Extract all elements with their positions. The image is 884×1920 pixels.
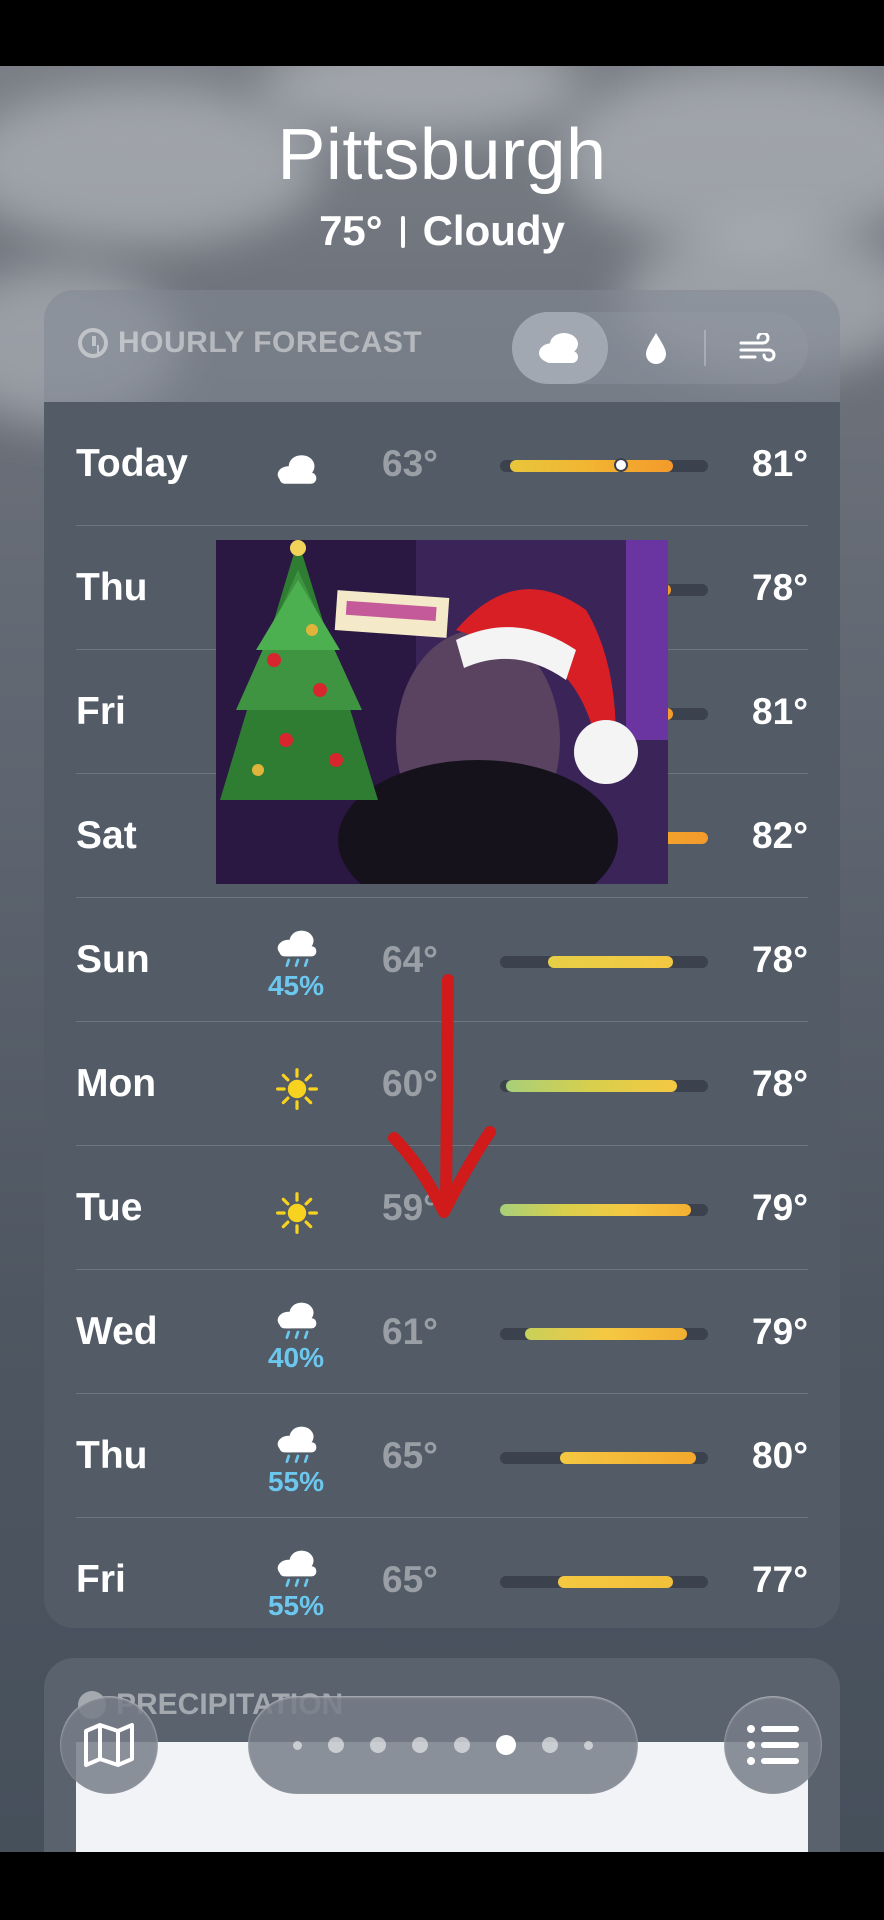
clock-icon [78,328,108,358]
page-indicator[interactable] [248,1696,638,1794]
current-temp-marker [613,458,628,472]
low-temp: 63° [382,443,438,484]
page-dot[interactable] [293,1740,302,1750]
precipitation-mode-button[interactable] [608,312,704,384]
hourly-forecast-label: HOURLY FORECAST [78,326,422,360]
condition [254,1042,338,1132]
wind-mode-button[interactable] [708,312,808,384]
mode-divider [704,330,706,366]
high-temp: 82° [752,815,808,856]
precip-chance: 55% [267,1590,325,1621]
high-temp: 78° [752,939,808,980]
temp-range-track [500,1452,708,1464]
day-label: Sat [76,814,137,857]
day-label: Wed [76,1310,158,1353]
page-dot[interactable] [542,1737,558,1753]
temp-range-track [500,1328,708,1340]
temp-range-bar [547,956,673,968]
location-header: Pittsburgh 75° Cloudy [0,110,884,258]
high-temp: 77° [752,1559,808,1600]
condition: 40% [254,1290,338,1380]
cloud-mode-button[interactable] [512,312,608,384]
temp-range-bar [558,1576,673,1588]
current-conditions: 75° Cloudy [0,204,884,258]
page-dot[interactable] [454,1737,470,1753]
forecast-row[interactable]: Fri 55% 65° 77° [76,1518,808,1642]
temp-range-bar [560,1452,696,1464]
forecast-row[interactable]: Today 63° 81° [76,402,808,526]
day-label: Mon [76,1062,157,1105]
forecast-row[interactable]: Wed 40% 61° 79° [76,1270,808,1394]
low-temp: 65° [382,1435,438,1476]
overlay-video [216,540,668,884]
low-temp: 61° [382,1311,438,1352]
drop-icon [646,333,666,364]
day-label: Today [76,442,188,485]
hourly-forecast-bar: HOURLY FORECAST [44,290,840,402]
list-icon [747,1725,799,1765]
red-arrow-annotation [388,974,496,1218]
wind-icon [739,333,776,362]
temp-range-track [500,458,708,472]
page-dot[interactable] [496,1735,516,1755]
cloud-icon [539,333,578,363]
high-temp: 78° [752,567,808,608]
list-button[interactable] [724,1696,822,1794]
temp-range-bar [506,1080,677,1092]
condition: 55% [254,1414,338,1504]
separator [400,216,405,248]
temp-range-track [500,956,708,968]
temp-range-track [500,1576,708,1588]
high-temp: 81° [752,691,808,732]
temp-range-bar [510,460,673,472]
high-temp: 80° [752,1435,808,1476]
map-icon [84,1723,134,1767]
temp-range-track [500,1080,708,1092]
condition: 55% [254,1538,338,1628]
temp-range-bar [500,1204,692,1216]
day-label: Thu [76,1434,148,1477]
forecast-mode-toggle [512,312,808,384]
precip-chance: 45% [267,970,325,1001]
page-dot[interactable] [412,1737,428,1753]
page-dot[interactable] [370,1737,386,1753]
day-label: Fri [76,690,126,733]
high-temp: 81° [752,443,808,484]
santa-video-image [216,540,668,884]
high-temp: 79° [752,1187,808,1228]
day-label: Sun [76,938,150,981]
current-temp: 75° [319,207,383,254]
page-dot[interactable] [328,1737,344,1753]
condition [254,422,338,512]
forecast-row[interactable]: Thu 55% 65° 80° [76,1394,808,1518]
condition: 45% [254,918,338,1008]
page-dot[interactable] [584,1740,593,1750]
day-label: Fri [76,1558,126,1601]
precip-chance: 40% [267,1342,325,1373]
day-label: Thu [76,566,148,609]
temp-range-bar [524,1328,688,1340]
temp-range-track [500,1204,708,1216]
condition [254,1166,338,1256]
map-button[interactable] [60,1696,158,1794]
high-temp: 79° [752,1311,808,1352]
precip-chance: 55% [267,1466,325,1497]
high-temp: 78° [752,1063,808,1104]
current-condition: Cloudy [422,207,565,254]
hourly-forecast-text: HOURLY FORECAST [118,326,423,359]
city-name: Pittsburgh [277,115,607,195]
low-temp: 65° [382,1559,438,1600]
day-label: Tue [76,1186,143,1229]
weather-screen: Pittsburgh 75° Cloudy HOURLY FORECAST Tod… [0,66,884,1852]
